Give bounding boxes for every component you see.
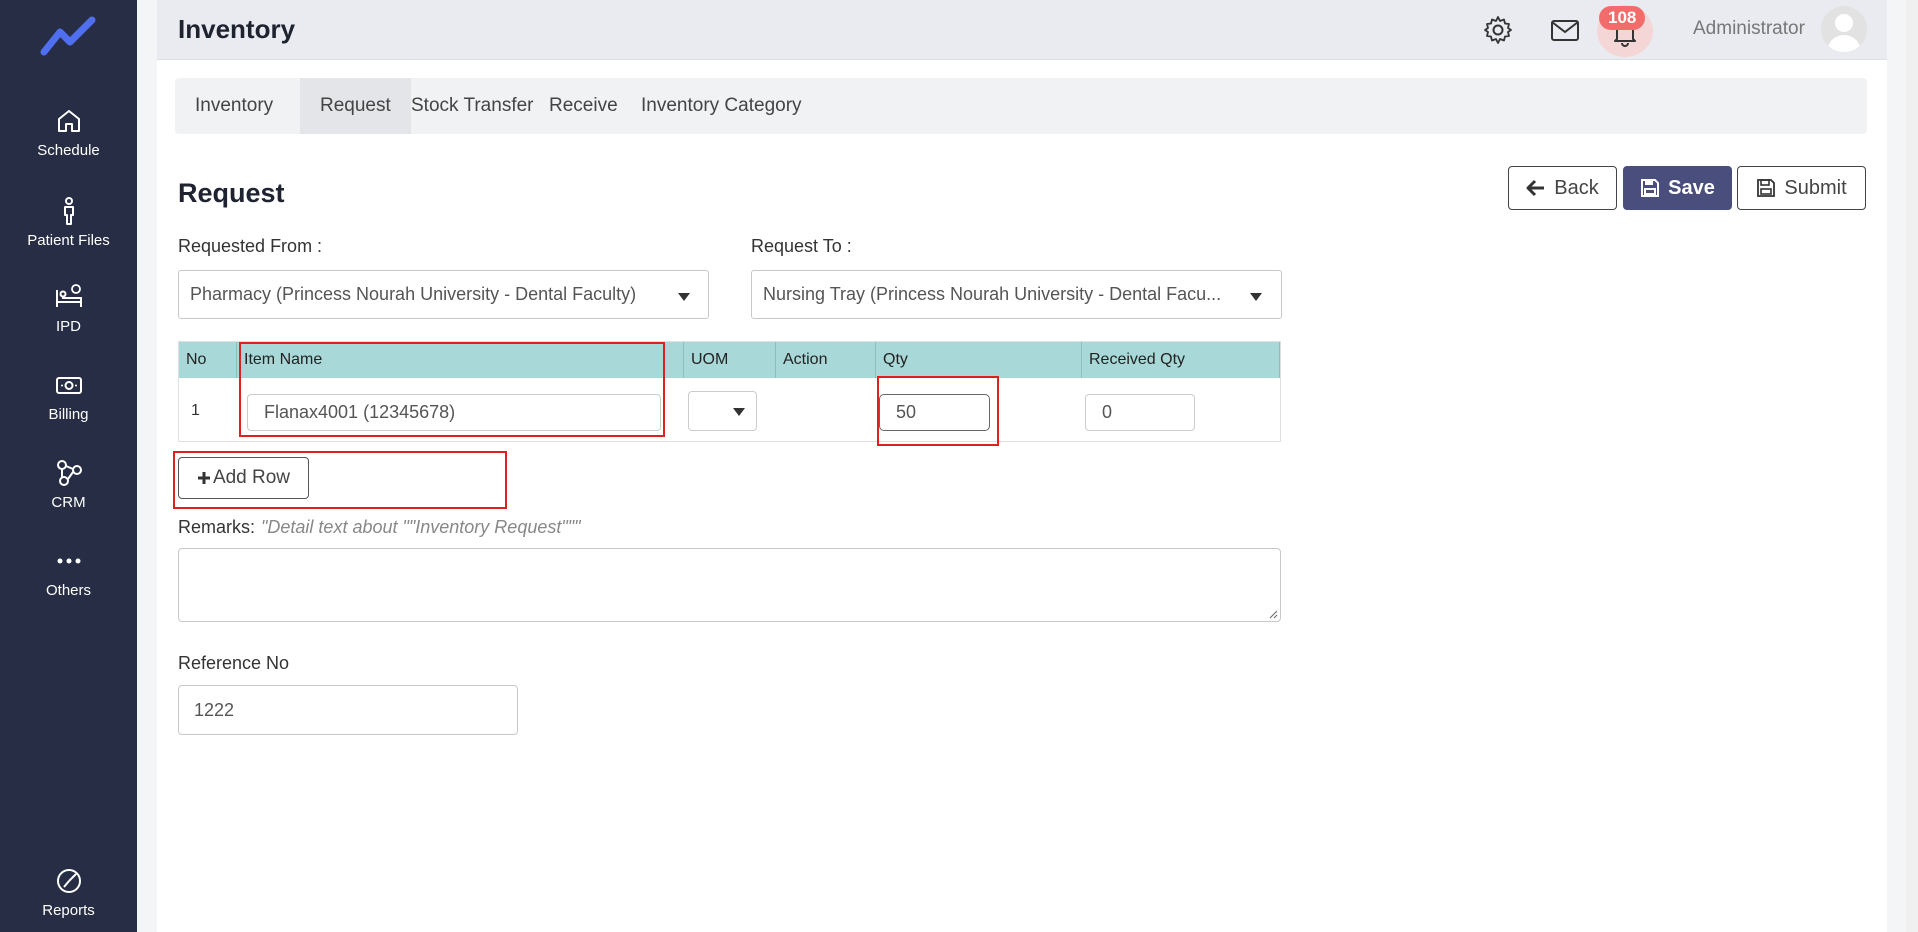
mail-icon[interactable] <box>1549 14 1581 46</box>
tab-inventory[interactable]: Inventory <box>175 78 293 134</box>
home-icon <box>54 106 84 136</box>
resize-grip-icon[interactable] <box>1268 609 1278 619</box>
user-name[interactable]: Administrator <box>1693 18 1805 40</box>
back-button[interactable]: Back <box>1508 166 1617 210</box>
add-row-button[interactable]: Add Row <box>178 457 309 499</box>
sidebar-item-label: CRM <box>51 494 86 511</box>
request-to-select[interactable]: Nursing Tray (Princess Nourah University… <box>751 270 1282 319</box>
gear-icon[interactable] <box>1482 14 1514 46</box>
notification-badge: 108 <box>1599 6 1646 30</box>
chevron-down-icon <box>1250 293 1262 301</box>
tab-inventory-category[interactable]: Inventory Category <box>621 78 822 134</box>
remarks-label-row: Remarks: "Detail text about ""Inventory R… <box>178 517 581 538</box>
sidebar-item-schedule[interactable]: Schedule <box>0 106 137 159</box>
remarks-hint: "Detail text about ""Inventory Request""… <box>261 517 581 537</box>
main-content: Inventory 108 Administrator Inventory Re… <box>157 0 1887 932</box>
chevron-down-icon <box>733 408 745 416</box>
sidebar-item-ipd[interactable]: IPD <box>0 282 137 335</box>
sidebar-item-label: Schedule <box>37 142 100 159</box>
more-icon <box>54 546 84 576</box>
top-header: Inventory 108 Administrator <box>157 0 1887 60</box>
scrollbar[interactable] <box>1906 0 1918 932</box>
sidebar-item-label: Patient Files <box>27 232 110 249</box>
col-header-uom: UOM <box>684 342 776 378</box>
item-name-input[interactable]: Flanax4001 (12345678) <box>247 394 661 431</box>
sidebar-item-label: Reports <box>42 902 95 919</box>
col-header-item-name: Item Name <box>237 342 684 378</box>
requested-from-label: Requested From : <box>178 236 323 256</box>
col-header-qty: Qty <box>876 342 1082 378</box>
bed-icon <box>54 282 84 312</box>
back-button-label: Back <box>1554 176 1599 199</box>
money-icon <box>54 370 84 400</box>
app-logo-icon[interactable] <box>40 14 96 58</box>
requested-from-select[interactable]: Pharmacy (Princess Nourah University - D… <box>178 270 709 319</box>
tab-bar: Inventory Request Stock Transfer Receive… <box>175 78 1867 134</box>
floppy-disk-icon <box>1641 179 1660 197</box>
reference-no-label: Reference No <box>178 653 290 673</box>
network-icon <box>54 458 84 488</box>
sidebar-item-label: IPD <box>55 318 81 335</box>
request-to-label: Request To : <box>751 236 852 256</box>
submit-button-label: Submit <box>1784 176 1847 199</box>
chevron-down-icon <box>678 293 690 301</box>
items-table: No Item Name UOM Action Qty Received Qty… <box>178 341 1281 442</box>
section-title: Request <box>178 178 285 208</box>
floppy-disk-icon <box>1757 179 1776 197</box>
add-row-label: Add Row <box>212 467 291 488</box>
col-header-received-qty: Received Qty <box>1082 342 1280 378</box>
col-header-no: No <box>179 342 237 378</box>
received-qty-input[interactable]: 0 <box>1085 394 1195 431</box>
sidebar-item-patient-files[interactable]: Patient Files <box>0 196 137 249</box>
page-title: Inventory <box>178 14 296 44</box>
sidebar-item-label: Billing <box>48 406 89 423</box>
person-icon <box>54 196 84 226</box>
plus-icon <box>197 472 210 484</box>
reference-no-input[interactable]: 1222 <box>178 685 518 735</box>
sidebar-item-crm[interactable]: CRM <box>0 458 137 511</box>
table-header: No Item Name UOM Action Qty Received Qty <box>179 342 1280 378</box>
qty-input[interactable]: 50 <box>879 394 990 431</box>
save-button-label: Save <box>1668 176 1715 199</box>
sidebar-item-billing[interactable]: Billing <box>0 370 137 423</box>
sidebar-item-reports[interactable]: Reports <box>0 866 137 919</box>
save-button[interactable]: Save <box>1623 166 1732 210</box>
remarks-label: Remarks: <box>178 517 256 537</box>
sidebar-item-label: Others <box>45 582 91 599</box>
remarks-textarea[interactable] <box>178 548 1281 622</box>
chart-pie-icon <box>54 866 84 896</box>
sidebar: Schedule Patient Files IPD Billing CRM O… <box>0 0 137 932</box>
row-number: 1 <box>191 402 200 419</box>
col-header-action: Action <box>776 342 876 378</box>
arrow-left-icon <box>1526 179 1545 197</box>
avatar[interactable] <box>1821 6 1867 52</box>
sidebar-item-others[interactable]: Others <box>0 546 137 599</box>
uom-select[interactable] <box>688 391 757 431</box>
submit-button[interactable]: Submit <box>1737 166 1866 210</box>
